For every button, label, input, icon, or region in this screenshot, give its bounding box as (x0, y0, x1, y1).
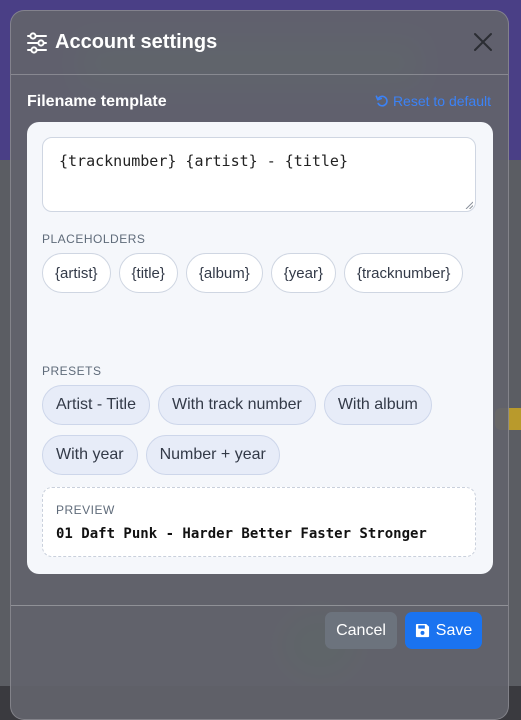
template-input[interactable]: {tracknumber} {artist} - {title} (42, 137, 476, 212)
modal-title: Account settings (55, 31, 218, 53)
preset-chip-with-year[interactable]: With year (42, 435, 138, 475)
placeholder-chip-year[interactable]: {year} (270, 253, 336, 293)
save-button[interactable]: Save (405, 612, 482, 649)
placeholders-list: {artist} {title} {album} {year} {tracknu… (42, 253, 482, 293)
presets-list: Artist - Title With track number With al… (42, 385, 482, 475)
preview-heading: PREVIEW (56, 503, 115, 517)
floppy-disk-icon (415, 623, 429, 638)
close-icon[interactable] (472, 31, 494, 53)
preset-chip-number-year[interactable]: Number + year (145, 435, 280, 475)
presets-heading: PRESETS (42, 364, 102, 378)
filename-template-label: Filename template (27, 93, 167, 110)
undo-icon (375, 95, 388, 107)
preset-chip-artist-title[interactable]: Artist - Title (42, 385, 151, 425)
template-value: {tracknumber} {artist} - {title} (59, 152, 348, 170)
preset-chip-with-track-number[interactable]: With track number (158, 385, 316, 425)
placeholder-chip-artist[interactable]: {artist} (42, 253, 111, 293)
cancel-label: Cancel (336, 621, 386, 639)
preview-value: 01 Daft Punk - Harder Better Faster Stro… (56, 526, 427, 542)
reset-label: Reset to default (392, 93, 491, 109)
modal-header: Account settings (11, 11, 508, 75)
preset-chip-with-album[interactable]: With album (323, 385, 432, 425)
placeholder-chip-album[interactable]: {album} (185, 253, 263, 293)
sliders-icon (27, 32, 47, 54)
cancel-button[interactable]: Cancel (325, 612, 397, 649)
placeholder-chip-title[interactable]: {title} (118, 253, 178, 293)
reset-to-default-link[interactable]: Reset to default (375, 93, 491, 109)
placeholder-chip-tracknumber[interactable]: {tracknumber} (343, 253, 464, 293)
preview-box: PREVIEW 01 Daft Punk - Harder Better Fas… (42, 487, 476, 557)
save-label: Save (435, 621, 473, 639)
modal-footer-divider (11, 605, 508, 606)
placeholders-heading: PLACEHOLDERS (42, 232, 146, 246)
template-card: {tracknumber} {artist} - {title} PLACEHO… (27, 122, 493, 574)
resize-grip-icon[interactable] (465, 201, 473, 209)
